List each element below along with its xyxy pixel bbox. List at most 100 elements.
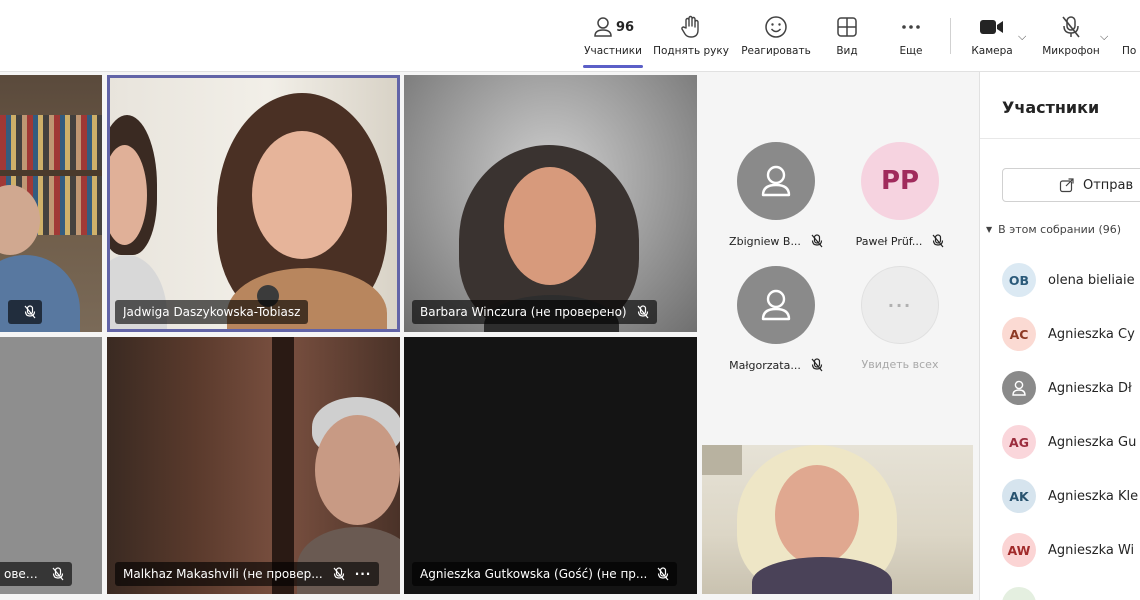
avatar-tile[interactable]: Zbigniew B... [721,142,831,248]
microphone-options-chevron-icon[interactable]: ⌵ [1100,30,1108,44]
video-tile[interactable]: оверен... [0,337,102,594]
ellipsis-icon [902,25,920,29]
active-tab-indicator [583,65,643,68]
share-invite-button[interactable]: Отправ [1002,168,1140,202]
avatar-name: Zbigniew B... [729,234,801,248]
react-button[interactable]: Реагировать [740,12,812,66]
avatar-tile[interactable]: PP Paweł Prüf... [845,142,955,248]
avatar-initials: OB [1008,272,1030,288]
person-icon [1012,380,1026,396]
avatar [737,142,815,220]
tile-name-pill: Barbara Winczura (не проверено) [412,300,657,324]
participant-avatar: AW [1002,533,1036,567]
avatar [737,266,815,344]
avatar: PP [861,142,939,220]
participant-row[interactable]: AC Agnieszka Cy [1002,316,1135,352]
participant-name: Agnieszka Kle [1048,488,1139,504]
participants-label: Участники [584,45,642,57]
tile-name-pill: Agnieszka Gutkowska (Gość) (не пр... [412,562,678,586]
participant-row[interactable]: AG Agnieszka Gu [1002,424,1136,460]
more-button[interactable]: Еще [892,12,930,66]
tile-name-pill: оверен... [0,562,72,586]
participant-row[interactable]: Agnieszka Dł [1002,370,1132,406]
participant-name: Agnieszka Wi [1048,542,1135,558]
participant-name: olena bieliaie [1048,272,1135,288]
raise-hand-label: Поднять руку [653,45,729,57]
tile-participant-name: оверен... [4,567,42,581]
view-label: Вид [836,45,858,57]
participant-count: 96 [615,19,635,35]
share-button-partial[interactable]: По [1122,12,1140,66]
video-background [0,337,102,594]
meeting-toolbar: 96 Участники Поднять руку Реагировать Ви… [0,0,1140,72]
mic-off-icon [932,234,944,248]
microphone-button[interactable]: Микрофон [1038,12,1104,66]
share-icon [1059,178,1074,193]
participant-avatar: AK [1002,479,1036,513]
avatar-initials: AC [1009,326,1029,342]
shelf-board [0,170,102,176]
mic-off-icon [811,358,823,372]
grid-icon [837,17,857,37]
camera-options-chevron-icon[interactable]: ⌵ [1018,30,1026,44]
participant-row[interactable]: AK Agnieszka Kle [1002,478,1138,514]
share-invite-label: Отправ [1083,177,1134,193]
video-tile[interactable]: Barbara Winczura (не проверено) [404,75,697,332]
avatar-name: Małgorzata... [729,358,801,372]
participant-row-partial[interactable] [1002,586,1036,600]
tile-name-pill [8,300,42,324]
avatar-initials: PP [880,166,920,196]
raise-hand-button[interactable]: Поднять руку [653,12,729,66]
see-all-circle: ··· [861,266,939,344]
see-all-label: Увидеть всех [861,358,939,371]
tile-more-options[interactable]: ··· [355,567,372,581]
panel-title: Участники [1002,98,1100,117]
mic-off-icon [637,305,649,319]
participant-avatar: AC [1002,317,1036,351]
camera-label: Камера [971,45,1013,57]
section-header-in-meeting[interactable]: ▼ В этом собрании (96) [986,223,1121,236]
people-icon [594,17,612,37]
smiley-icon [765,16,787,38]
participant-name: Agnieszka Dł [1048,380,1132,396]
participant-avatar [1002,371,1036,405]
tile-name-pill: Jadwiga Daszykowska-Tobiasz [115,300,309,324]
collapse-triangle-icon: ▼ [986,225,993,234]
see-all-button[interactable]: ··· Увидеть всех [845,266,955,371]
ellipsis-icon: ··· [887,295,913,315]
mic-off-icon [657,567,669,581]
more-label: Еще [899,45,923,57]
mic-off-icon [1062,16,1080,38]
video-tile[interactable]: Malkhaz Makashvili (не провер... ··· [107,337,400,594]
participant-row[interactable]: AW Agnieszka Wi [1002,532,1134,568]
mic-off-icon [24,305,36,319]
avatar-initials: AW [1007,542,1031,558]
participants-button[interactable]: 96 Участники [583,12,643,68]
video-tile[interactable] [0,75,102,332]
camera-button[interactable]: Камера [969,12,1015,66]
hand-icon [681,15,699,38]
camera-icon [980,20,1003,34]
tile-participant-name: Malkhaz Makashvili (не провер... [123,567,323,581]
participant-avatar: AG [1002,425,1036,459]
video-tile[interactable]: Agnieszka Gutkowska (Gość) (не пр... [404,337,697,594]
view-button[interactable]: Вид [828,12,866,66]
react-label: Реагировать [741,45,811,57]
person-icon [761,289,791,321]
mic-off-icon [52,567,64,581]
tile-participant-name: Agnieszka Gutkowska (Gość) (не пр... [420,567,648,581]
doorframe [272,337,294,594]
participant-row[interactable]: OB olena bieliaie [1002,262,1135,298]
avatar-name: Paweł Prüf... [855,234,923,248]
speaker-silhouette [217,93,397,332]
video-tile-active-speaker[interactable]: Jadwiga Daszykowska-Tobiasz [107,75,400,332]
mic-off-icon [811,234,823,248]
mic-off-icon [333,567,345,581]
participant-name: Agnieszka Gu [1048,434,1137,450]
self-view-tile[interactable] [702,445,973,594]
avatar-tile[interactable]: Małgorzata... [721,266,831,372]
participants-panel: Участники Отправ ▼ В этом собрании (96) … [979,72,1140,600]
panel-divider [980,138,1140,139]
person-icon [761,165,791,197]
avatar-initials: AK [1009,488,1029,504]
